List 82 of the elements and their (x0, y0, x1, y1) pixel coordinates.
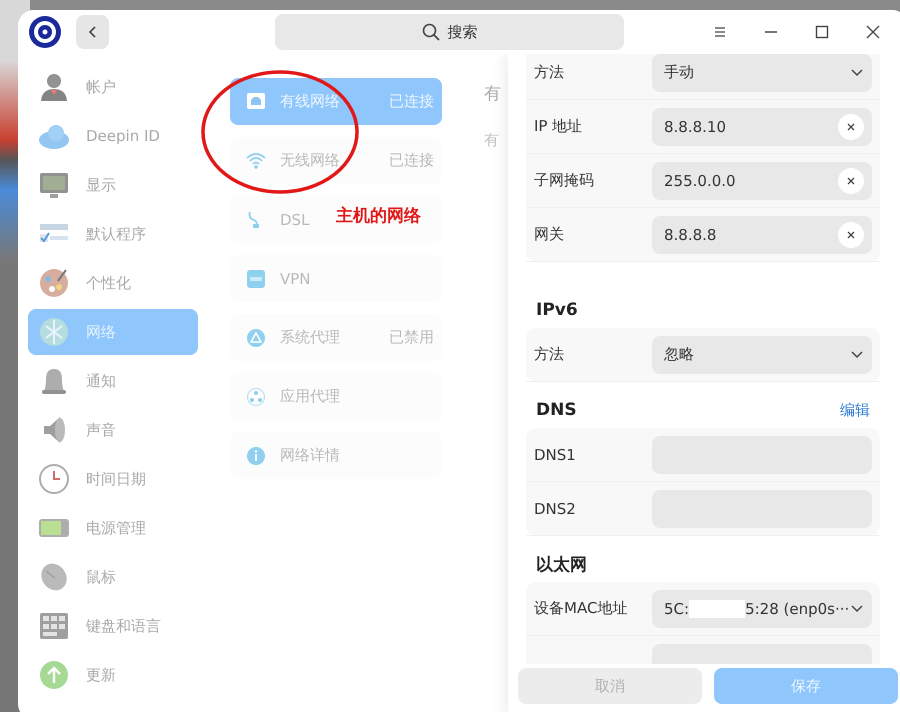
sidebar-item[interactable]: 声音 (28, 411, 198, 449)
status-label: 已连接 (389, 151, 434, 170)
menu-label: 系统代理 (280, 328, 340, 347)
chevron-down-icon (850, 68, 864, 78)
input-value: 8.8.8.8 (664, 226, 716, 244)
close-icon (846, 122, 856, 132)
field-label: DNS2 (534, 500, 577, 518)
sidebar-item[interactable]: 默认程序 (28, 215, 198, 253)
menu-label: 无线网络 (280, 151, 340, 170)
sidebar-item[interactable]: 通知 (28, 362, 198, 400)
search-icon (422, 23, 440, 41)
maximize-icon (814, 24, 830, 40)
clear-button[interactable] (838, 222, 864, 248)
dropdown-value: 忽略 (664, 345, 694, 364)
search-field[interactable]: 搜索 (275, 14, 624, 50)
dropdown[interactable]: 5C: 5:28 (enp0s··· (652, 590, 872, 628)
minimize-icon (762, 31, 778, 33)
edit-link[interactable]: 编辑 (840, 400, 870, 420)
dropdown-value: 5:28 (enp0s··· (745, 600, 850, 618)
sidebar-item[interactable]: Deepin ID (28, 117, 198, 155)
field-label: 网关 (534, 225, 565, 244)
field-label: DNS1 (534, 446, 577, 464)
palette-icon (38, 267, 70, 299)
chevron-left-icon (88, 25, 98, 39)
input-field[interactable]: 8.8.8.8 (652, 216, 872, 254)
input-field[interactable]: 255.0.0.0 (652, 162, 872, 200)
menu-label: 有线网络 (280, 92, 340, 111)
dots-circle-icon (246, 386, 266, 406)
field-label: 方法 (534, 63, 565, 82)
network-port-icon (246, 92, 266, 112)
chevron-down-icon (850, 350, 864, 360)
dropdown-value: 手动 (664, 63, 694, 82)
dropdown[interactable]: 手动 (652, 54, 872, 92)
input-field[interactable]: 8.8.8.10 (652, 108, 872, 146)
menu-label: VPN (280, 270, 311, 288)
status-label: 已连接 (389, 92, 434, 111)
person-icon (38, 71, 70, 103)
network-menu-item[interactable]: 有线网络 已连接 (230, 78, 442, 125)
sidebar-item[interactable]: 个性化 (28, 264, 198, 302)
section-title: IPv6 (536, 300, 578, 320)
partial-text: 有 (484, 83, 502, 105)
info-icon (246, 446, 266, 466)
field-label: 设备MAC地址 (534, 599, 628, 618)
clear-button[interactable] (838, 168, 864, 194)
dropdown[interactable]: 忽略 (652, 336, 872, 374)
field-label: 方法 (534, 345, 565, 364)
close-icon (846, 230, 856, 240)
menu-label: 网络详情 (280, 446, 340, 465)
back-button[interactable] (76, 15, 110, 49)
status-label: 已禁用 (389, 328, 434, 347)
field-label: IP 地址 (534, 117, 584, 136)
wifi-icon (246, 150, 266, 170)
sidebar-item[interactable]: 网络 (28, 309, 198, 355)
sidebar-item[interactable]: 时间日期 (28, 460, 198, 498)
vpn-icon (246, 268, 266, 288)
partial-text: 有 (484, 131, 500, 150)
app-logo-icon (28, 15, 62, 49)
menu-label: DSL (280, 210, 310, 228)
proxy-icon (246, 328, 266, 348)
sidebar-item[interactable]: 键盘和语言 (28, 607, 198, 645)
clock-icon (38, 463, 70, 495)
section-title: 以太网 (536, 554, 587, 576)
search-placeholder: 搜索 (448, 22, 478, 42)
dropdown-value: 5C: (664, 600, 690, 618)
save-button[interactable]: 保存 (714, 668, 898, 704)
close-icon (864, 24, 880, 40)
sidebar-item[interactable]: 帐户 (28, 68, 198, 106)
section-title: DNS (536, 400, 577, 420)
clear-button[interactable] (838, 114, 864, 140)
menu-label: 应用代理 (280, 387, 340, 406)
sidebar-item[interactable]: 鼠标 (28, 558, 198, 596)
close-icon (846, 176, 856, 186)
annotation-text: 主机的网络 (336, 205, 421, 227)
input-value: 255.0.0.0 (664, 172, 736, 190)
sidebar-item[interactable]: 电源管理 (28, 509, 198, 547)
input-value: 8.8.8.10 (664, 118, 726, 136)
keyboard-icon (38, 610, 70, 642)
cancel-button[interactable]: 取消 (518, 668, 702, 704)
sidebar-item[interactable]: 显示 (28, 166, 198, 204)
field-label: 子网掩码 (534, 171, 595, 190)
chevron-down-icon (850, 604, 864, 614)
sidebar-item[interactable]: 更新 (28, 656, 198, 694)
